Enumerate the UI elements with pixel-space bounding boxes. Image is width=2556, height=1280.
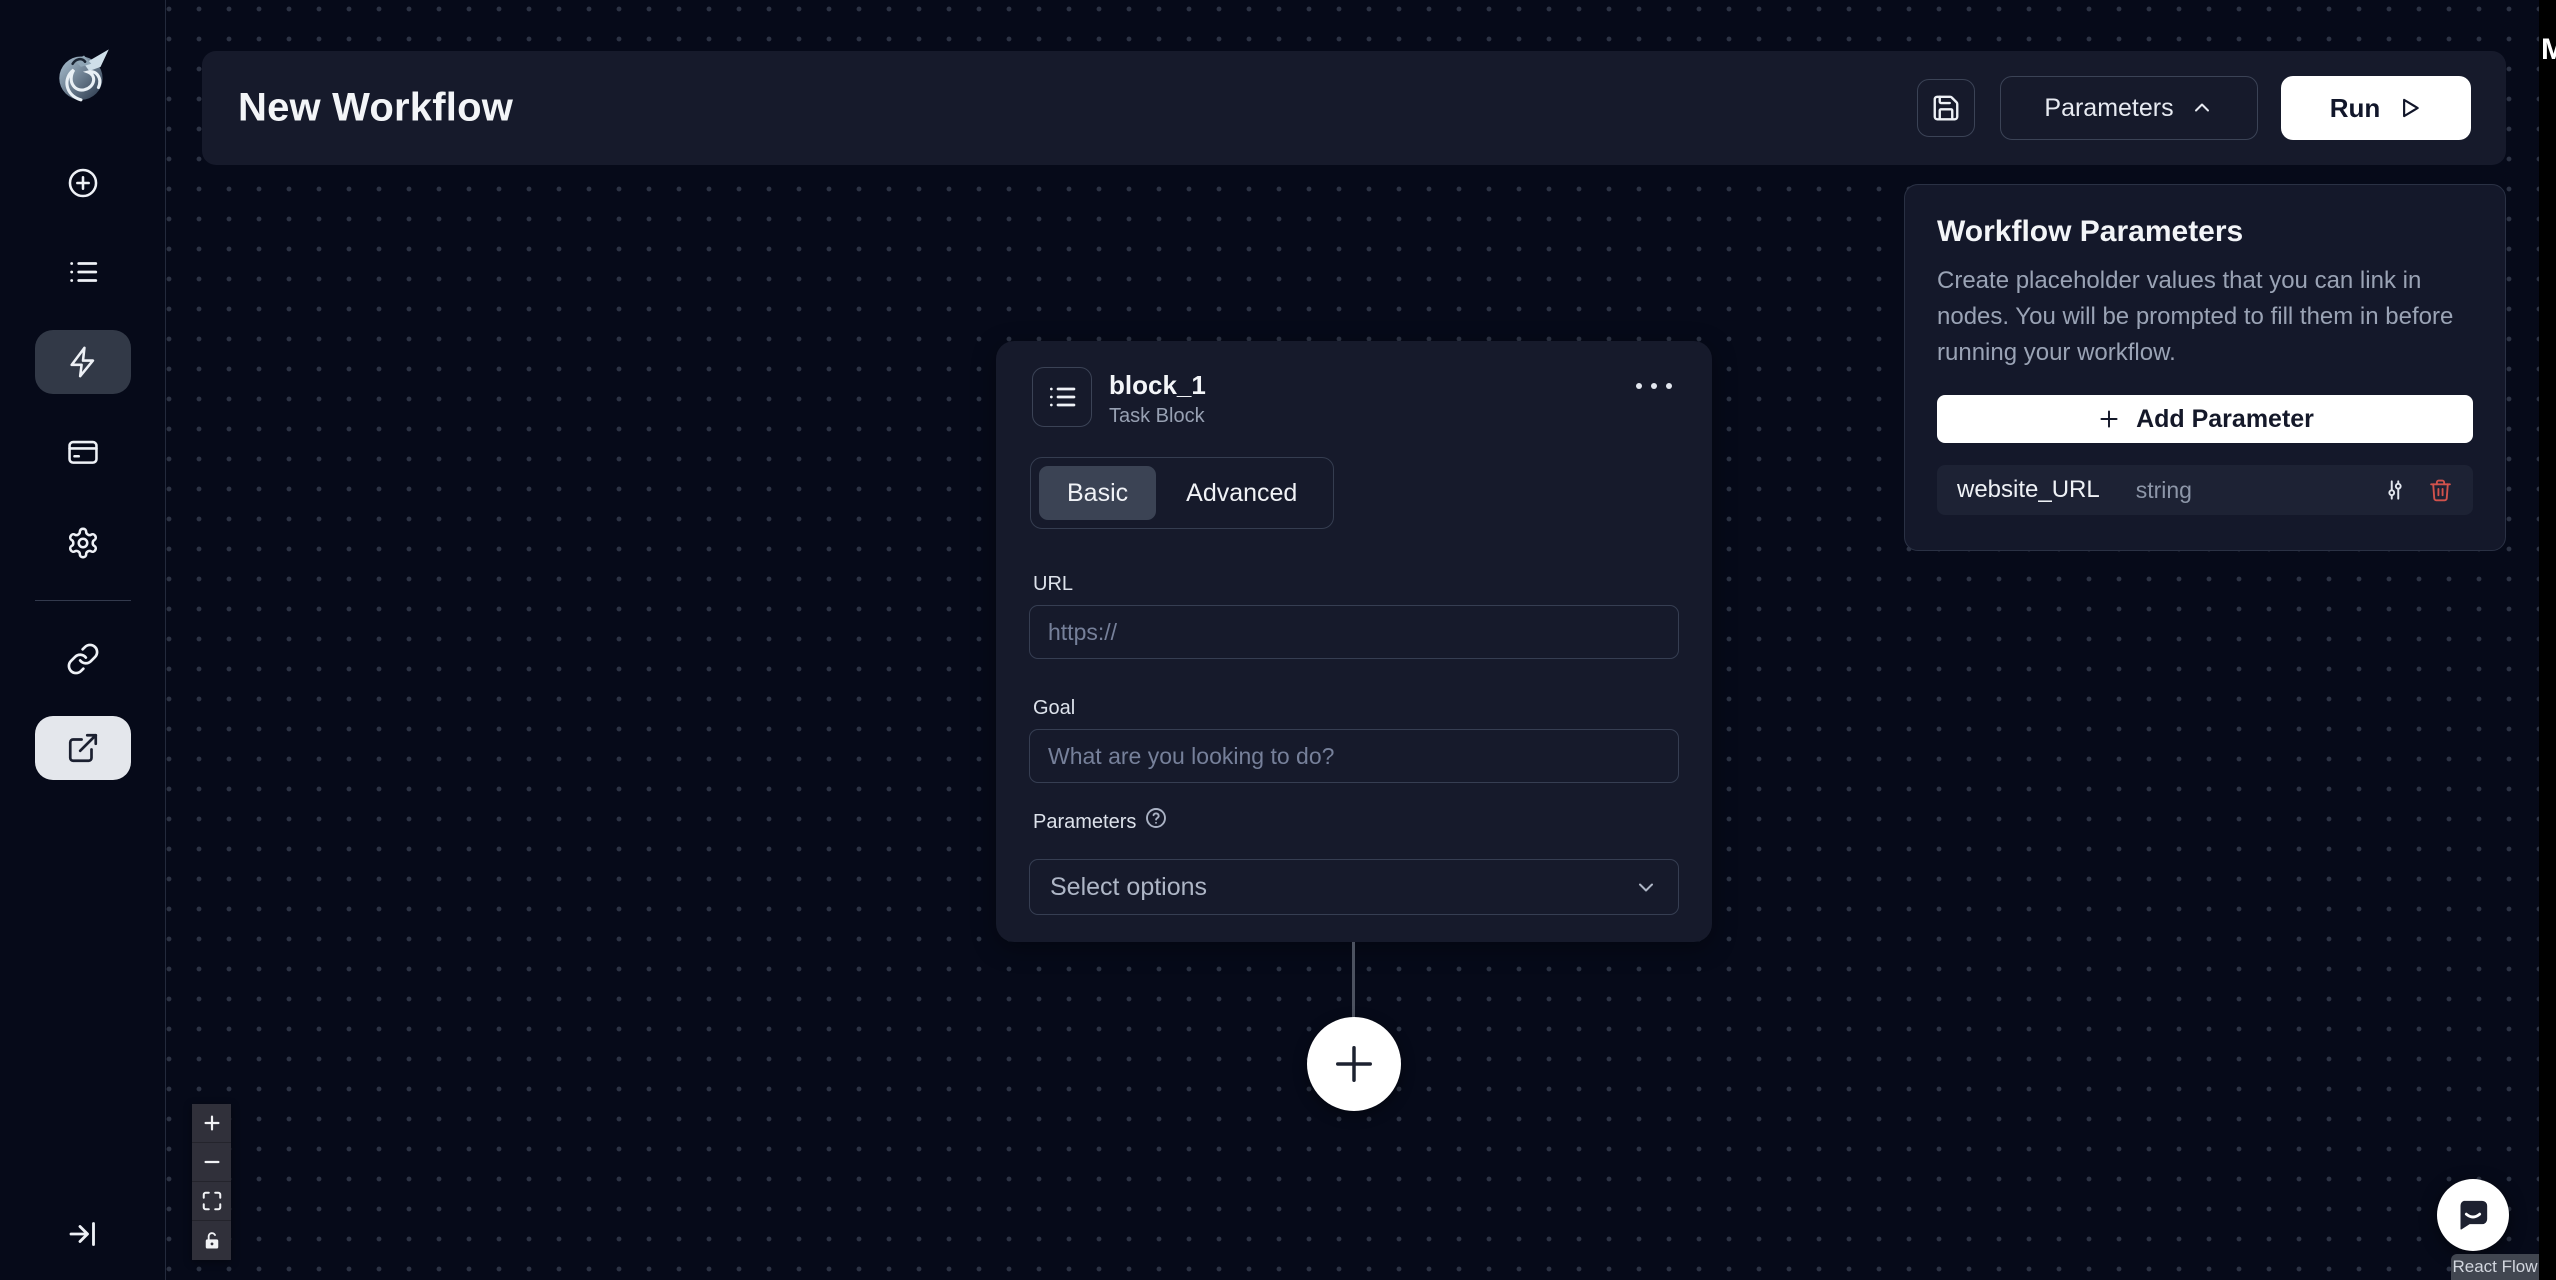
zap-icon	[66, 345, 100, 379]
sliders-icon[interactable]	[2382, 477, 2408, 503]
sidebar-item-create[interactable]	[66, 166, 100, 200]
sidebar-item-integrations[interactable]	[66, 642, 100, 676]
workflow-header: New Workflow Parameters Run	[202, 51, 2506, 165]
link-icon	[66, 642, 100, 676]
sidebar-collapse-button[interactable]	[65, 1216, 101, 1252]
help-circle-icon[interactable]	[1144, 806, 1168, 830]
block-type-label: Task Block	[1109, 405, 1205, 427]
goal-label: Goal	[1033, 697, 1076, 719]
zoom-out-icon	[201, 1151, 223, 1173]
trash-icon[interactable]	[2428, 478, 2453, 503]
run-label: Run	[2329, 92, 2381, 123]
play-icon	[2396, 95, 2422, 121]
workflow-edge	[1352, 942, 1355, 1020]
save-button[interactable]	[1917, 79, 1975, 137]
credit-card-icon	[66, 435, 100, 469]
url-input[interactable]	[1029, 605, 1679, 659]
sidebar-item-billing[interactable]	[66, 435, 100, 469]
zoom-in-button[interactable]	[192, 1104, 231, 1143]
attribution-label: React Flow	[2452, 1257, 2538, 1276]
chevron-up-icon	[2190, 96, 2214, 120]
clipped-text: M	[2541, 33, 2556, 66]
lock-button[interactable]	[192, 1221, 231, 1260]
parameters-toggle-button[interactable]: Parameters	[2000, 76, 2258, 140]
panel-description: Create placeholder values that you can l…	[1937, 267, 2454, 366]
arrow-right-to-bar-icon	[65, 1216, 101, 1252]
block-mode-tabs: Basic Advanced	[1030, 457, 1335, 529]
sidebar-item-settings[interactable]	[66, 526, 100, 560]
lock-icon	[202, 1231, 222, 1251]
parameter-name: website_URL	[1957, 476, 2100, 503]
parameters-label: Parameters	[1033, 811, 1137, 833]
chevron-down-icon	[1634, 875, 1658, 899]
fit-view-icon	[201, 1190, 223, 1212]
external-link-icon	[66, 731, 100, 765]
parameter-row: website_URL string	[1937, 465, 2473, 515]
sidebar-divider	[35, 600, 131, 601]
list-icon	[1046, 381, 1078, 413]
react-flow-attribution[interactable]: React Flow	[2451, 1254, 2539, 1280]
plus-circle-icon	[66, 166, 100, 200]
gear-icon	[66, 526, 100, 560]
plus-icon	[2096, 406, 2122, 432]
add-parameter-button[interactable]: Add Parameter	[1937, 395, 2473, 443]
save-icon	[1931, 93, 1961, 123]
task-block-node[interactable]: block_1 Task Block Basic Advanced URL Go…	[996, 341, 1712, 942]
parameter-type: string	[2135, 476, 2192, 503]
skyvern-dragon-logo	[50, 39, 116, 105]
run-button[interactable]: Run	[2281, 76, 2471, 140]
zoom-in-icon	[201, 1112, 223, 1134]
block-menu-button[interactable]	[1636, 383, 1672, 389]
background-window-sliver: M	[2539, 0, 2556, 1280]
app-window: New Workflow Parameters Run block_1 Task…	[0, 0, 2539, 1280]
sidebar-item-workflows[interactable]	[34, 330, 131, 394]
plus-icon	[1328, 1038, 1380, 1090]
add-block-button[interactable]	[1307, 1017, 1401, 1111]
zoom-out-button[interactable]	[192, 1143, 231, 1182]
sidebar	[0, 0, 166, 1280]
block-name: block_1	[1109, 370, 1206, 400]
parameters-select[interactable]: Select options	[1029, 859, 1679, 915]
screen: New Workflow Parameters Run block_1 Task…	[0, 0, 2556, 1280]
workflow-parameters-panel: Workflow Parameters Create placeholder v…	[1904, 184, 2506, 551]
list-icon	[66, 255, 100, 289]
tab-basic[interactable]: Basic	[1039, 466, 1157, 520]
block-icon-box	[1032, 367, 1092, 427]
goal-input[interactable]	[1029, 729, 1679, 783]
chat-launcher-button[interactable]	[2437, 1179, 2509, 1251]
url-label: URL	[1033, 573, 1074, 595]
canvas-controls	[192, 1104, 231, 1260]
parameters-select-value: Select options	[1050, 872, 1208, 901]
sidebar-item-external[interactable]	[34, 716, 131, 780]
add-parameter-label: Add Parameter	[2136, 404, 2314, 433]
fit-view-button[interactable]	[192, 1182, 231, 1221]
sidebar-item-tasks[interactable]	[66, 255, 100, 289]
tab-advanced[interactable]: Advanced	[1158, 466, 1325, 520]
chat-bubble-icon	[2453, 1195, 2493, 1235]
parameters-toggle-label: Parameters	[2044, 93, 2174, 122]
panel-title: Workflow Parameters	[1937, 215, 2244, 248]
page-title: New Workflow	[238, 85, 514, 130]
